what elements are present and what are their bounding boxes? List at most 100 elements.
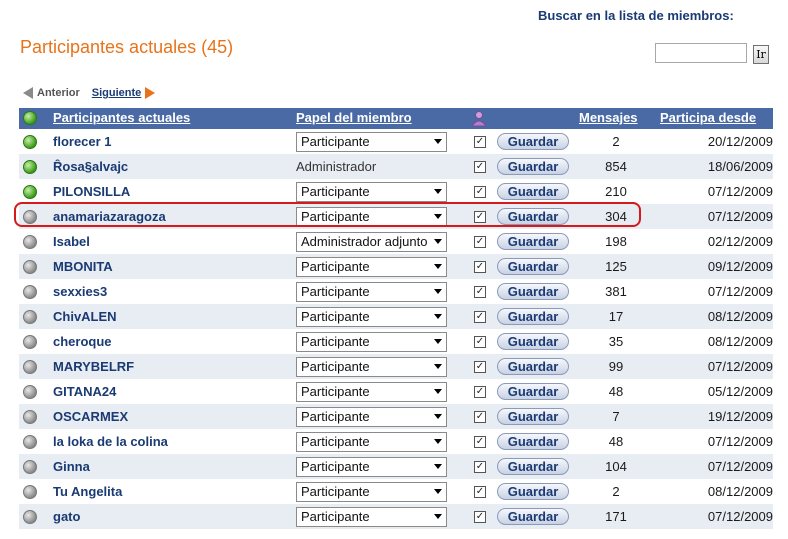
- role-select[interactable]: Participante: [296, 506, 447, 527]
- message-count: 48: [608, 434, 624, 449]
- role-select[interactable]: Participante: [296, 406, 447, 427]
- role-value: Participante: [301, 459, 370, 474]
- moderator-checkbox[interactable]: ✓: [474, 135, 486, 148]
- message-count: 125: [605, 259, 627, 274]
- table-row: la loka de la colina Participante ✓ Guar…: [19, 429, 773, 454]
- save-button[interactable]: Guardar: [497, 333, 569, 350]
- role-select[interactable]: Participante: [296, 481, 447, 502]
- chevron-down-icon: [434, 439, 442, 444]
- pager: Anterior Siguiente: [23, 87, 156, 99]
- moderator-checkbox[interactable]: ✓: [474, 435, 486, 448]
- member-name[interactable]: ChivALEN: [53, 309, 117, 324]
- role-select[interactable]: Participante: [296, 181, 447, 202]
- member-name[interactable]: Tu Angelita: [53, 484, 122, 499]
- role-value: Participante: [301, 509, 370, 524]
- join-date: 20/12/2009: [707, 134, 773, 149]
- moderator-checkbox[interactable]: ✓: [474, 410, 486, 423]
- next-link[interactable]: Siguiente: [92, 87, 142, 99]
- member-name[interactable]: Ginna: [53, 459, 90, 474]
- status-icon: [23, 284, 37, 299]
- status-header-icon: [23, 111, 37, 125]
- moderator-checkbox[interactable]: ✓: [474, 510, 486, 523]
- role-select[interactable]: Participante: [296, 331, 447, 352]
- member-name[interactable]: Isabel: [53, 234, 90, 249]
- moderator-checkbox[interactable]: ✓: [474, 360, 486, 373]
- table-row: cheroque Participante ✓ Guardar 35 08/12…: [19, 329, 773, 354]
- role-value: Participante: [301, 334, 370, 349]
- table-row: MARYBELRF Participante ✓ Guardar 99 07/1…: [19, 354, 773, 379]
- save-button[interactable]: Guardar: [497, 358, 569, 375]
- moderator-checkbox[interactable]: ✓: [474, 335, 486, 348]
- save-button[interactable]: Guardar: [497, 508, 569, 525]
- role-select[interactable]: Participante: [296, 281, 447, 302]
- role-select[interactable]: Participante: [296, 131, 447, 152]
- status-icon: [23, 259, 37, 274]
- role-select[interactable]: Participante: [296, 256, 447, 277]
- message-count: 104: [605, 459, 627, 474]
- role-select[interactable]: Administrador adjunto: [296, 231, 447, 252]
- column-header-role[interactable]: Papel del miembro: [296, 110, 412, 125]
- arrow-right-icon[interactable]: [145, 87, 156, 99]
- arrow-left-icon: [23, 87, 33, 99]
- role-select[interactable]: Participante: [296, 306, 447, 327]
- moderator-checkbox[interactable]: ✓: [474, 235, 486, 248]
- role-select[interactable]: Participante: [296, 431, 447, 452]
- selection-highlight: [14, 202, 641, 227]
- chevron-down-icon: [434, 364, 442, 369]
- join-date: 07/12/2009: [707, 459, 773, 474]
- member-name[interactable]: florecer 1: [53, 134, 112, 149]
- role-select[interactable]: Participante: [296, 456, 447, 477]
- save-button[interactable]: Guardar: [497, 133, 569, 150]
- member-name[interactable]: Ȓosa§alvajc: [53, 159, 128, 174]
- moderator-checkbox[interactable]: ✓: [474, 460, 486, 473]
- table-row: Ginna Participante ✓ Guardar 104 07/12/2…: [19, 454, 773, 479]
- moderator-checkbox[interactable]: ✓: [474, 185, 486, 198]
- save-button[interactable]: Guardar: [497, 483, 569, 500]
- save-button[interactable]: Guardar: [497, 383, 569, 400]
- role-select[interactable]: Participante: [296, 356, 447, 377]
- chevron-down-icon: [434, 239, 442, 244]
- save-button[interactable]: Guardar: [497, 433, 569, 450]
- moderator-checkbox[interactable]: ✓: [474, 260, 486, 273]
- role-value: Participante: [301, 184, 370, 199]
- moderator-checkbox[interactable]: ✓: [474, 160, 486, 173]
- save-button[interactable]: Guardar: [497, 458, 569, 475]
- member-name[interactable]: GITANA24: [53, 384, 116, 399]
- moderator-checkbox[interactable]: ✓: [474, 285, 486, 298]
- column-header-messages[interactable]: Mensajes: [579, 110, 638, 125]
- save-button[interactable]: Guardar: [497, 183, 569, 200]
- save-button[interactable]: Guardar: [497, 233, 569, 250]
- member-name[interactable]: MBONITA: [53, 259, 113, 274]
- message-count: 381: [605, 284, 627, 299]
- role-value: Participante: [301, 259, 370, 274]
- message-count: 48: [608, 384, 624, 399]
- member-name[interactable]: MARYBELRF: [53, 359, 134, 374]
- save-button[interactable]: Guardar: [497, 158, 569, 175]
- moderator-checkbox[interactable]: ✓: [474, 385, 486, 398]
- save-button[interactable]: Guardar: [497, 258, 569, 275]
- moderator-checkbox[interactable]: ✓: [474, 485, 486, 498]
- member-name[interactable]: OSCARMEX: [53, 409, 128, 424]
- moderator-checkbox[interactable]: ✓: [474, 310, 486, 323]
- member-name[interactable]: PILONSILLA: [53, 184, 130, 199]
- join-date: 09/12/2009: [707, 259, 773, 274]
- save-button[interactable]: Guardar: [497, 283, 569, 300]
- column-header-since[interactable]: Participa desde: [660, 110, 756, 125]
- role-select[interactable]: Participante: [296, 381, 447, 402]
- member-name[interactable]: sexxies3: [53, 284, 107, 299]
- status-icon: [23, 484, 37, 499]
- member-name[interactable]: cheroque: [53, 334, 112, 349]
- member-name[interactable]: la loka de la colina: [53, 434, 168, 449]
- role-value: Participante: [301, 359, 370, 374]
- save-button[interactable]: Guardar: [497, 308, 569, 325]
- member-name[interactable]: gato: [53, 509, 80, 524]
- join-date: 08/12/2009: [707, 334, 773, 349]
- table-row: sexxies3 Participante ✓ Guardar 381 07/1…: [19, 279, 773, 304]
- chevron-down-icon: [434, 414, 442, 419]
- search-input[interactable]: [655, 43, 747, 63]
- table-row: OSCARMEX Participante ✓ Guardar 7 19/12/…: [19, 404, 773, 429]
- save-button[interactable]: Guardar: [497, 408, 569, 425]
- join-date: 07/12/2009: [707, 284, 773, 299]
- column-header-name[interactable]: Participantes actuales: [53, 110, 190, 125]
- go-button[interactable]: Ir: [753, 45, 769, 64]
